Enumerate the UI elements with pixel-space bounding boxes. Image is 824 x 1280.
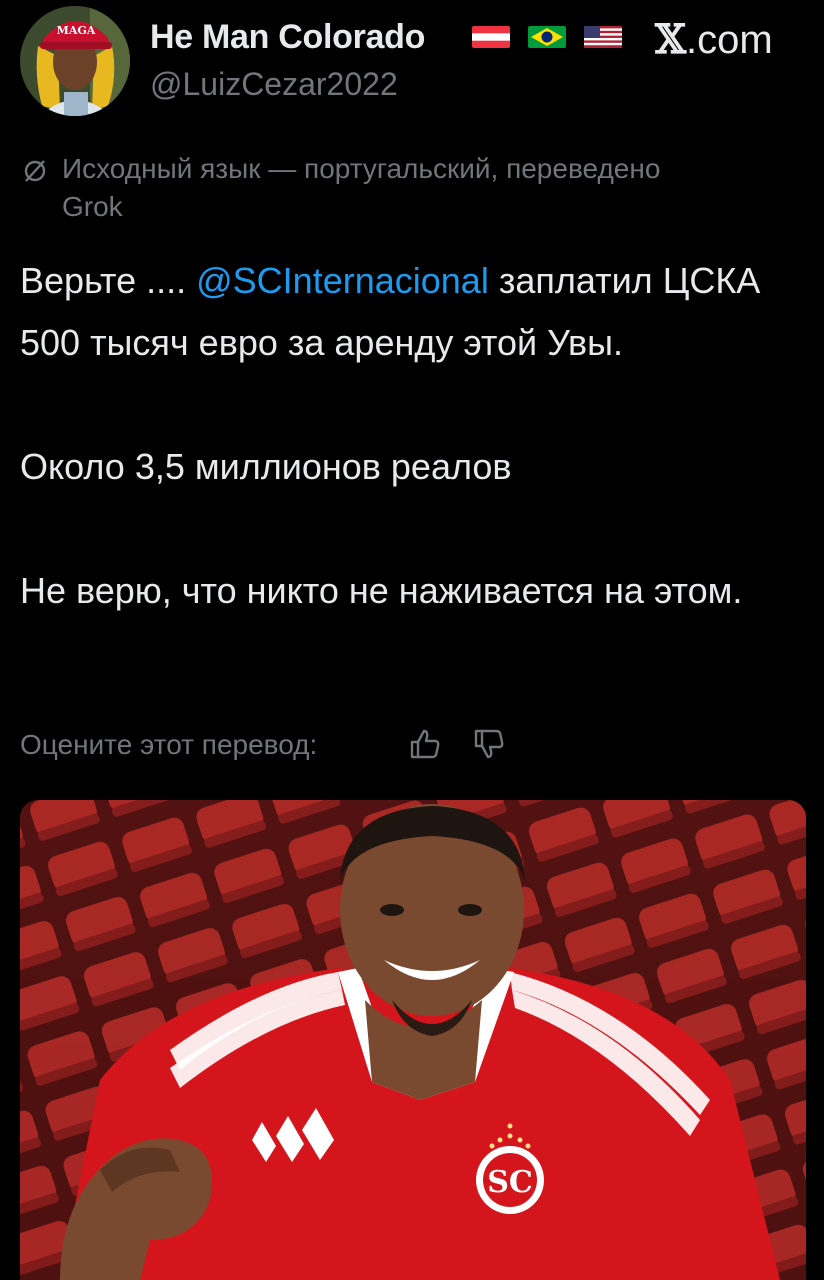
flag-austria-icon bbox=[472, 26, 510, 48]
mention-link[interactable]: @SCInternacional bbox=[196, 260, 489, 301]
svg-text:SC: SC bbox=[487, 1165, 533, 1200]
avatar-cap-text: MAGA bbox=[57, 24, 96, 37]
flag-brazil-icon bbox=[528, 26, 566, 48]
translation-note-text: Исходный язык — португальский, переведен… bbox=[62, 153, 661, 222]
post-paragraph-3: Не верю, что никто не наживается на этом… bbox=[20, 570, 743, 611]
x-logo-icon: 𝕏 bbox=[655, 16, 687, 63]
site-label-suffix: .com bbox=[686, 18, 773, 62]
author-display-name[interactable]: He Man Colorado bbox=[150, 18, 425, 57]
thumbs-down-icon[interactable] bbox=[472, 727, 506, 761]
post-paragraph-2: Около 3,5 миллионов реалов bbox=[20, 446, 512, 487]
photo-person-in-stadium-icon: SC bbox=[20, 800, 806, 1280]
post-text-prefix: Верьте .... bbox=[20, 260, 197, 301]
site-label: 𝕏.com bbox=[655, 16, 773, 63]
author-handle[interactable]: @LuizCezar2022 bbox=[150, 66, 398, 103]
flag-usa-icon bbox=[584, 26, 622, 48]
translation-note[interactable]: Исходный язык — португальский, переведен… bbox=[22, 150, 662, 226]
author-avatar[interactable]: MAGA bbox=[20, 6, 130, 116]
thumbs-up-icon[interactable] bbox=[408, 727, 442, 761]
post-media-photo[interactable]: SC bbox=[20, 800, 806, 1280]
rate-translation-label: Оцените этот перевод: bbox=[20, 729, 318, 760]
post-body: Верьте .... @SCInternacional заплатил ЦС… bbox=[20, 250, 810, 622]
post-header: MAGA He Man Colorado @LuizCezar2022 𝕏.co… bbox=[0, 0, 824, 130]
translate-slash-icon bbox=[24, 160, 46, 182]
post-paragraph-1: Верьте .... @SCInternacional заплатил ЦС… bbox=[20, 250, 810, 374]
